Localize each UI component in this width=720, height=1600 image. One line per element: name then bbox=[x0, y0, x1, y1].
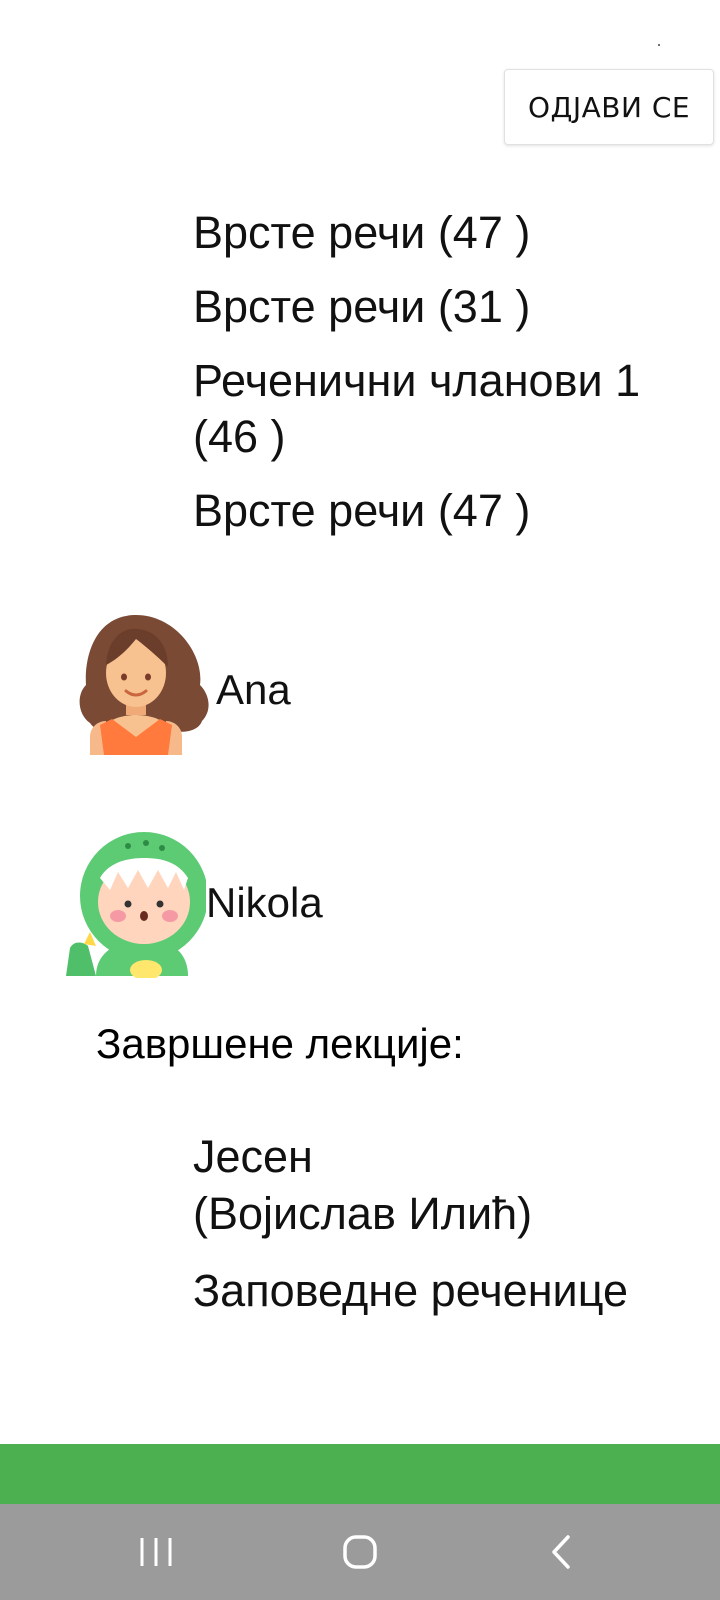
lesson-item[interactable]: Реченични чланови 1 (46 ) bbox=[193, 353, 673, 465]
student-nikola[interactable]: Nikola bbox=[66, 828, 323, 978]
lesson-item[interactable]: Врсте речи (47 ) bbox=[193, 205, 673, 261]
girl-avatar-icon bbox=[79, 615, 209, 755]
completed-lesson-item[interactable]: Јесен (Војислав Илић) bbox=[193, 1128, 673, 1242]
bottom-accent-bar bbox=[0, 1444, 720, 1504]
dino-costume-avatar-icon bbox=[66, 832, 206, 978]
status-dot bbox=[658, 44, 660, 46]
recents-icon[interactable] bbox=[126, 1526, 186, 1578]
lesson-item[interactable]: Врсте речи (47 ) bbox=[193, 483, 673, 539]
back-icon[interactable] bbox=[532, 1526, 592, 1578]
home-icon[interactable] bbox=[330, 1526, 390, 1578]
logout-button[interactable]: ОДЈАВИ СЕ bbox=[504, 69, 714, 145]
completed-lessons-list: Јесен (Војислав Илић) Заповедне реченице bbox=[193, 1128, 673, 1339]
lesson-list: Врсте речи (47 ) Врсте речи (31 ) Речени… bbox=[193, 205, 673, 557]
lesson-item[interactable]: Врсте речи (31 ) bbox=[193, 279, 673, 335]
student-name: Nikola bbox=[206, 879, 323, 926]
system-navigation-bar bbox=[0, 1504, 720, 1600]
completed-lesson-item[interactable]: Заповедне реченице bbox=[193, 1262, 673, 1319]
student-name: Ana bbox=[216, 666, 291, 713]
student-ana[interactable]: Ana bbox=[76, 615, 291, 765]
completed-lessons-title: Завршене лекције: bbox=[96, 1020, 464, 1067]
